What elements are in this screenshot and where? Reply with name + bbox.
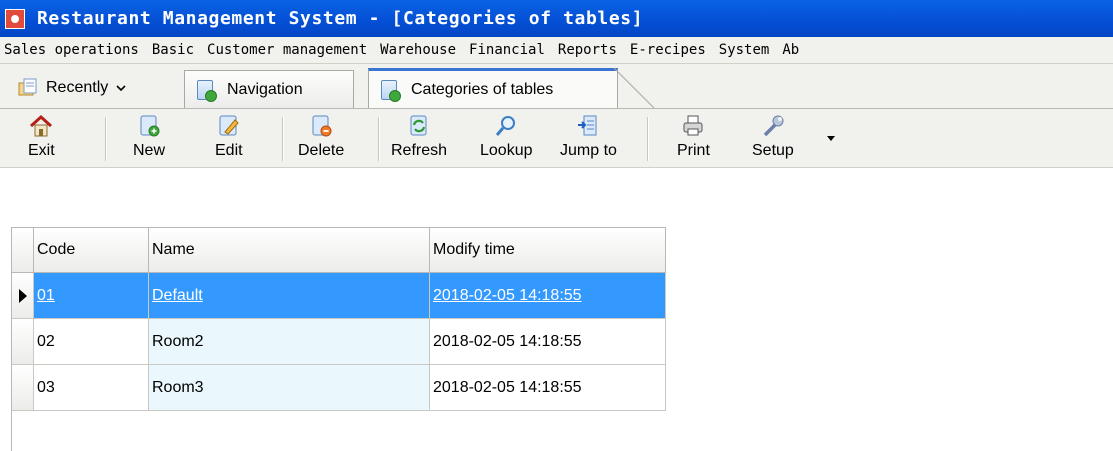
- grid-left-border: [11, 411, 12, 451]
- column-header-name[interactable]: Name: [149, 227, 430, 273]
- menu-sales-operations[interactable]: Sales operations: [0, 42, 139, 58]
- wrench-icon: [763, 115, 784, 137]
- cell-code[interactable]: 03: [34, 365, 149, 411]
- window-title: Restaurant Management System - [Categori…: [37, 8, 644, 29]
- setup-label: Setup: [752, 142, 794, 159]
- delete-button[interactable]: Delete: [298, 109, 344, 167]
- current-row-pointer-icon: [18, 288, 27, 303]
- lookup-button[interactable]: Lookup: [480, 109, 533, 167]
- new-document-icon: [140, 115, 160, 137]
- menu-customer-management[interactable]: Customer management: [203, 42, 367, 58]
- cell-code[interactable]: 02: [34, 319, 149, 365]
- menu-reports[interactable]: Reports: [554, 42, 617, 58]
- magnifier-icon: [496, 116, 516, 136]
- exit-button[interactable]: Exit: [28, 109, 55, 167]
- jump-to-button[interactable]: Jump to: [560, 109, 617, 167]
- cell-modify-time[interactable]: 2018-02-05 14:18:55: [430, 273, 666, 319]
- cell-modify-time[interactable]: 2018-02-05 14:18:55: [430, 365, 666, 411]
- delete-label: Delete: [298, 142, 345, 159]
- column-header-modify-time[interactable]: Modify time: [430, 227, 666, 273]
- tab-categories-of-tables[interactable]: Categories of tables: [368, 68, 618, 109]
- title-bar: Restaurant Management System - [Categori…: [0, 0, 1113, 37]
- cell-name[interactable]: Default: [149, 273, 430, 319]
- tab-strip: Recently Navigation Categories of tables: [0, 64, 1113, 109]
- document-icon: [379, 79, 401, 102]
- toolbar-separator: [105, 117, 107, 161]
- refresh-label: Refresh: [391, 142, 448, 159]
- menu-basic[interactable]: Basic: [148, 42, 194, 58]
- cell-name[interactable]: Room2: [149, 319, 430, 365]
- edit-pencil-icon: [219, 115, 239, 136]
- print-label: Print: [677, 142, 710, 159]
- recently-label: Recently: [46, 79, 109, 96]
- toolbar-separator: [282, 117, 284, 161]
- tab-edge-decoration: [614, 68, 655, 109]
- toolbar: Exit New Edit Delete Refresh Lookup Jump…: [0, 109, 1113, 168]
- menu-system[interactable]: System: [715, 42, 770, 58]
- print-button[interactable]: Print: [677, 109, 710, 167]
- menu-e-recipes[interactable]: E-recipes: [626, 42, 706, 58]
- toolbar-separator: [378, 117, 380, 161]
- setup-button[interactable]: Setup: [752, 109, 794, 167]
- edit-button[interactable]: Edit: [215, 109, 243, 167]
- row-indicator[interactable]: [11, 365, 34, 411]
- new-button[interactable]: New: [133, 109, 165, 167]
- app-icon[interactable]: [5, 8, 25, 29]
- jump-to-icon: [578, 115, 597, 136]
- grid-header: Code Name Modify time: [11, 227, 666, 273]
- chevron-down-icon: [116, 85, 126, 92]
- recently-button[interactable]: Recently: [18, 78, 126, 98]
- row-indicator[interactable]: [11, 319, 34, 365]
- cell-code[interactable]: 01: [34, 273, 149, 319]
- row-indicator[interactable]: [11, 273, 34, 319]
- row-indicator-header: [11, 227, 34, 273]
- document-icon: [195, 79, 217, 102]
- lookup-label: Lookup: [480, 142, 533, 159]
- refresh-button[interactable]: Refresh: [391, 109, 447, 167]
- cell-name[interactable]: Room3: [149, 365, 430, 411]
- table-row[interactable]: 02 Room2 2018-02-05 14:18:55: [11, 319, 666, 365]
- menu-bar: Sales operations Basic Customer manageme…: [0, 37, 1113, 64]
- new-label: New: [133, 142, 166, 159]
- menu-financial[interactable]: Financial: [465, 42, 545, 58]
- home-icon: [30, 114, 53, 137]
- delete-document-icon: [312, 115, 332, 137]
- tab-navigation-label: Navigation: [227, 80, 303, 98]
- toolbar-separator: [647, 117, 649, 161]
- table-row[interactable]: 03 Room3 2018-02-05 14:18:55: [11, 365, 666, 411]
- menu-about[interactable]: Ab: [778, 42, 799, 58]
- edit-label: Edit: [215, 142, 243, 159]
- toolbar-overflow-arrow[interactable]: [827, 136, 835, 141]
- tab-categories-label: Categories of tables: [411, 81, 554, 98]
- menu-warehouse[interactable]: Warehouse: [376, 42, 456, 58]
- table-row[interactable]: 01 Default 2018-02-05 14:18:55: [11, 273, 666, 319]
- column-header-code[interactable]: Code: [34, 227, 149, 273]
- refresh-icon: [410, 115, 427, 136]
- tab-navigation[interactable]: Navigation: [184, 70, 354, 108]
- cell-modify-time[interactable]: 2018-02-05 14:18:55: [430, 319, 666, 365]
- jump-to-label: Jump to: [560, 142, 617, 159]
- printer-icon: [683, 115, 703, 136]
- exit-label: Exit: [28, 142, 55, 159]
- recent-folder-icon: [18, 78, 37, 96]
